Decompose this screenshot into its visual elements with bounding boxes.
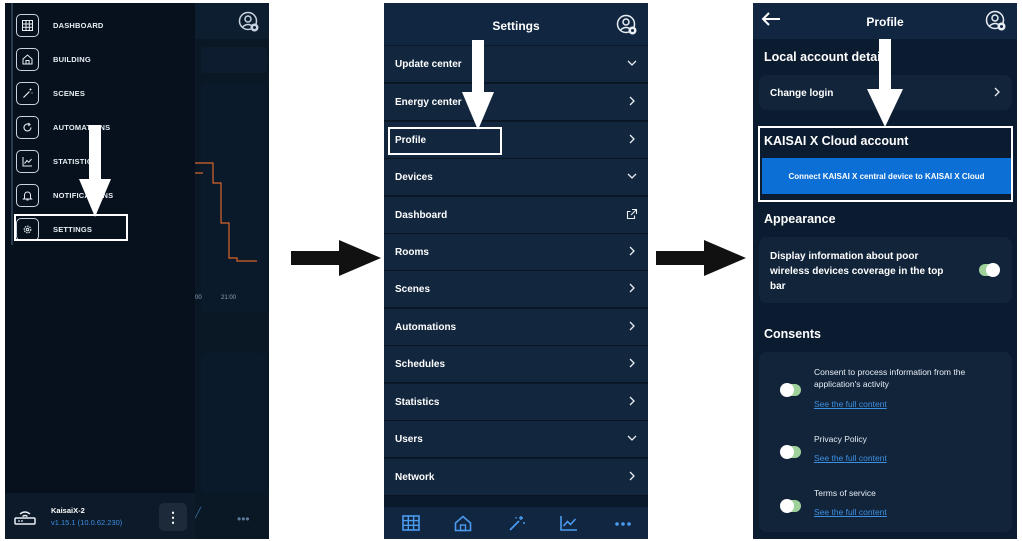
- drawer-menu: DASHBOARD BUILDING SCENES AUTOMATIONS ST…: [5, 3, 195, 539]
- consent-full-content-link[interactable]: See the full content: [814, 399, 887, 409]
- menu-item-building[interactable]: BUILDING: [16, 46, 91, 72]
- row-label: Dashboard: [395, 210, 448, 221]
- settings-row-dashboard[interactable]: Dashboard: [384, 197, 648, 234]
- settings-row-statistics[interactable]: Statistics: [384, 384, 648, 421]
- chevron-right-icon: [994, 87, 1000, 97]
- refresh-icon: [16, 115, 39, 139]
- row-label: Statistics: [395, 397, 440, 408]
- poor-coverage-toggle[interactable]: [979, 263, 1000, 277]
- row-label: Network: [395, 472, 435, 483]
- down-arrow-icon: [462, 40, 494, 130]
- home-icon: [16, 47, 39, 71]
- chart-icon[interactable]: [560, 515, 578, 531]
- grid-icon[interactable]: [402, 515, 420, 531]
- background-card: [201, 353, 267, 493]
- chevron-right-icon: [629, 396, 635, 406]
- consent-label: Consent to process information from the …: [814, 367, 966, 389]
- consent-label: Privacy Policy: [814, 434, 867, 444]
- consent-full-content-link[interactable]: See the full content: [814, 453, 887, 463]
- menu-label: DASHBOARD: [53, 20, 104, 30]
- magic-wand-icon[interactable]: [508, 515, 526, 532]
- row-label: Devices: [395, 172, 433, 183]
- row-label: Update center: [395, 59, 462, 70]
- background-chart: [195, 162, 257, 262]
- more-icon[interactable]: •••: [237, 512, 250, 526]
- down-arrow-icon: [79, 125, 111, 217]
- activity-consent-toggle[interactable]: [780, 383, 801, 397]
- settings-row-scenes[interactable]: Scenes: [384, 271, 648, 308]
- account-settings-icon[interactable]: [616, 14, 638, 36]
- magic-wand-icon: [16, 81, 39, 105]
- settings-row-network[interactable]: Network: [384, 459, 648, 496]
- row-label: Rooms: [395, 247, 429, 258]
- consent-label: Terms of service: [814, 488, 876, 498]
- row-label: Scenes: [395, 284, 431, 295]
- home-icon[interactable]: [454, 515, 472, 532]
- chevron-right-icon: [629, 471, 635, 481]
- chart-icon: [16, 149, 39, 173]
- consent-full-content-link[interactable]: See the full content: [814, 507, 887, 517]
- chevron-right-icon: [629, 246, 635, 256]
- privacy-policy-toggle[interactable]: [780, 445, 801, 459]
- menu-label: BUILDING: [53, 54, 91, 64]
- chart-icon: ╱: [195, 508, 202, 519]
- grid-icon: [16, 13, 39, 37]
- chart-tick-label: 21:00: [221, 295, 237, 301]
- chevron-right-icon: [629, 96, 635, 106]
- chevron-down-icon: [627, 60, 637, 66]
- background-tab: [201, 47, 267, 73]
- menu-label: SCENES: [53, 88, 86, 98]
- settings-row-devices[interactable]: Devices: [384, 159, 648, 196]
- page-title: Profile: [866, 15, 904, 29]
- change-login-link[interactable]: Change login: [770, 88, 833, 99]
- settings-row-energy-center[interactable]: Energy center: [384, 84, 648, 121]
- menu-item-scenes[interactable]: SCENES: [16, 80, 85, 106]
- navigation-drawer-screen: 00 21:00 ╱ ••• DASHBOARD BUILDING SCENES…: [5, 3, 269, 539]
- chevron-right-icon: [629, 358, 635, 368]
- router-icon: [13, 508, 37, 526]
- profile-highlight-box: [388, 127, 502, 155]
- right-arrow-icon: [656, 240, 746, 276]
- row-label: Users: [395, 434, 423, 445]
- chevron-right-icon: [629, 134, 635, 144]
- device-more-button[interactable]: ⋮: [159, 503, 187, 531]
- account-settings-icon[interactable]: [238, 11, 260, 33]
- row-label: Energy center: [395, 97, 462, 108]
- settings-row-rooms[interactable]: Rooms: [384, 234, 648, 271]
- section-title-consents: Consents: [764, 327, 821, 341]
- external-link-icon: [626, 208, 638, 220]
- page-title: Settings: [492, 19, 540, 33]
- right-arrow-icon: [291, 240, 381, 276]
- settings-row-automations[interactable]: Automations: [384, 309, 648, 346]
- device-name: KaisaiX-2: [51, 506, 85, 515]
- chevron-down-icon: [627, 435, 637, 441]
- profile-screen: Profile Local account details Change log…: [753, 3, 1017, 539]
- settings-row-schedules[interactable]: Schedules: [384, 346, 648, 383]
- row-label: Schedules: [395, 359, 446, 370]
- settings-row-update-center[interactable]: Update center: [384, 46, 648, 83]
- chevron-right-icon: [629, 283, 635, 293]
- chevron-down-icon: [627, 173, 637, 179]
- device-version: v1.15.1 (10.0.62.230): [51, 518, 123, 527]
- terms-of-service-toggle[interactable]: [780, 499, 801, 513]
- bell-icon: [16, 183, 39, 207]
- down-arrow-icon: [867, 39, 903, 127]
- chevron-right-icon: [629, 321, 635, 331]
- settings-screen: Settings Update center Energy center Pro…: [384, 3, 648, 539]
- connect-cloud-button[interactable]: Connect KAISAI X central device to KAISA…: [762, 158, 1011, 194]
- row-label: Automations: [395, 322, 457, 333]
- settings-row-users[interactable]: Users: [384, 421, 648, 458]
- chart-tick-label: 00: [195, 295, 202, 301]
- section-title-appearance: Appearance: [764, 212, 836, 226]
- settings-highlight-box: [14, 214, 128, 241]
- account-settings-icon[interactable]: [985, 10, 1007, 32]
- menu-item-dashboard[interactable]: DASHBOARD: [16, 12, 104, 38]
- more-icon[interactable]: [614, 521, 632, 527]
- poor-coverage-option-label: Display information about poor wireless …: [770, 251, 944, 292]
- section-title-cloud-account: KAISAI X Cloud account: [764, 134, 909, 148]
- kebab-menu-icon: ⋮: [166, 508, 180, 525]
- drawer-divider: [11, 3, 13, 245]
